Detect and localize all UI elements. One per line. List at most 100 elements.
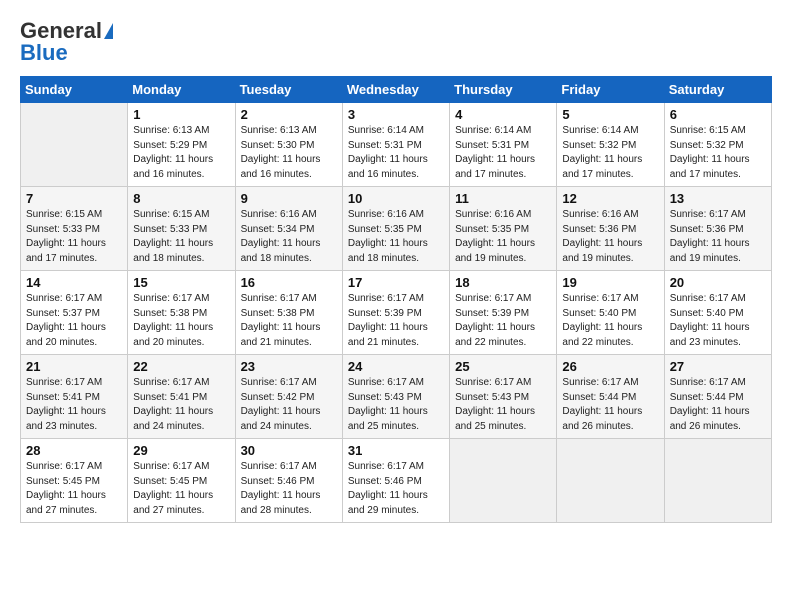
day-number: 22 (133, 359, 229, 374)
calendar-cell: 30 Sunrise: 6:17 AMSunset: 5:46 PMDayligh… (235, 439, 342, 523)
day-info: Sunrise: 6:17 AMSunset: 5:38 PMDaylight:… (241, 292, 337, 350)
week-row-4: 21 Sunrise: 6:17 AMSunset: 5:41 PMDayligh… (21, 355, 772, 439)
day-info: Sunrise: 6:14 AMSunset: 5:31 PMDaylight:… (455, 124, 551, 182)
logo: General Blue (20, 18, 113, 66)
day-info: Sunrise: 6:17 AMSunset: 5:46 PMDaylight:… (241, 460, 337, 518)
day-info: Sunrise: 6:15 AMSunset: 5:33 PMDaylight:… (133, 208, 229, 266)
day-info: Sunrise: 6:15 AMSunset: 5:32 PMDaylight:… (670, 124, 766, 182)
day-info: Sunrise: 6:17 AMSunset: 5:36 PMDaylight:… (670, 208, 766, 266)
calendar-cell: 10 Sunrise: 6:16 AMSunset: 5:35 PMDayligh… (342, 187, 449, 271)
calendar-cell: 11 Sunrise: 6:16 AMSunset: 5:35 PMDayligh… (450, 187, 557, 271)
day-number: 9 (241, 191, 337, 206)
day-number: 3 (348, 107, 444, 122)
day-info: Sunrise: 6:16 AMSunset: 5:35 PMDaylight:… (455, 208, 551, 266)
day-number: 23 (241, 359, 337, 374)
day-number: 30 (241, 443, 337, 458)
day-info: Sunrise: 6:14 AMSunset: 5:31 PMDaylight:… (348, 124, 444, 182)
day-info: Sunrise: 6:17 AMSunset: 5:42 PMDaylight:… (241, 376, 337, 434)
header-cell-sunday: Sunday (21, 77, 128, 103)
calendar-cell: 19 Sunrise: 6:17 AMSunset: 5:40 PMDayligh… (557, 271, 664, 355)
day-info: Sunrise: 6:13 AMSunset: 5:30 PMDaylight:… (241, 124, 337, 182)
day-info: Sunrise: 6:17 AMSunset: 5:46 PMDaylight:… (348, 460, 444, 518)
calendar-cell: 5Sunrise: 6:14 AMSunset: 5:32 PMDaylight… (557, 103, 664, 187)
header-cell-thursday: Thursday (450, 77, 557, 103)
calendar-cell: 1 Sunrise: 6:13 AMSunset: 5:29 PMDaylight… (128, 103, 235, 187)
day-info: Sunrise: 6:13 AMSunset: 5:29 PMDaylight:… (133, 124, 229, 182)
day-number: 14 (26, 275, 122, 290)
day-number: 21 (26, 359, 122, 374)
day-number: 12 (562, 191, 658, 206)
calendar-cell: 20 Sunrise: 6:17 AMSunset: 5:40 PMDayligh… (664, 271, 771, 355)
day-number: 10 (348, 191, 444, 206)
day-info: Sunrise: 6:17 AMSunset: 5:45 PMDaylight:… (133, 460, 229, 518)
calendar-cell: 25Sunrise: 6:17 AMSunset: 5:43 PMDayligh… (450, 355, 557, 439)
header-cell-saturday: Saturday (664, 77, 771, 103)
day-number: 2 (241, 107, 337, 122)
day-info: Sunrise: 6:16 AMSunset: 5:34 PMDaylight:… (241, 208, 337, 266)
calendar-cell: 17Sunrise: 6:17 AMSunset: 5:39 PMDayligh… (342, 271, 449, 355)
calendar-cell (450, 439, 557, 523)
calendar-cell: 2 Sunrise: 6:13 AMSunset: 5:30 PMDaylight… (235, 103, 342, 187)
day-number: 18 (455, 275, 551, 290)
calendar-cell: 16 Sunrise: 6:17 AMSunset: 5:38 PMDayligh… (235, 271, 342, 355)
calendar-cell: 15 Sunrise: 6:17 AMSunset: 5:38 PMDayligh… (128, 271, 235, 355)
day-info: Sunrise: 6:17 AMSunset: 5:39 PMDaylight:… (348, 292, 444, 350)
day-number: 25 (455, 359, 551, 374)
calendar-cell: 14 Sunrise: 6:17 AMSunset: 5:37 PMDayligh… (21, 271, 128, 355)
day-number: 11 (455, 191, 551, 206)
week-row-2: 7 Sunrise: 6:15 AMSunset: 5:33 PMDaylight… (21, 187, 772, 271)
calendar-cell: 6Sunrise: 6:15 AMSunset: 5:32 PMDaylight… (664, 103, 771, 187)
day-info: Sunrise: 6:17 AMSunset: 5:41 PMDaylight:… (133, 376, 229, 434)
day-number: 15 (133, 275, 229, 290)
day-info: Sunrise: 6:17 AMSunset: 5:45 PMDaylight:… (26, 460, 122, 518)
day-info: Sunrise: 6:16 AMSunset: 5:35 PMDaylight:… (348, 208, 444, 266)
day-number: 24 (348, 359, 444, 374)
calendar-cell: 29 Sunrise: 6:17 AMSunset: 5:45 PMDayligh… (128, 439, 235, 523)
header-cell-wednesday: Wednesday (342, 77, 449, 103)
calendar-cell: 8 Sunrise: 6:15 AMSunset: 5:33 PMDaylight… (128, 187, 235, 271)
day-info: Sunrise: 6:17 AMSunset: 5:44 PMDaylight:… (562, 376, 658, 434)
day-number: 8 (133, 191, 229, 206)
day-info: Sunrise: 6:15 AMSunset: 5:33 PMDaylight:… (26, 208, 122, 266)
calendar-cell: 31 Sunrise: 6:17 AMSunset: 5:46 PMDayligh… (342, 439, 449, 523)
week-row-5: 28 Sunrise: 6:17 AMSunset: 5:45 PMDayligh… (21, 439, 772, 523)
day-info: Sunrise: 6:17 AMSunset: 5:44 PMDaylight:… (670, 376, 766, 434)
day-number: 19 (562, 275, 658, 290)
day-number: 27 (670, 359, 766, 374)
day-number: 26 (562, 359, 658, 374)
day-info: Sunrise: 6:17 AMSunset: 5:41 PMDaylight:… (26, 376, 122, 434)
page: General Blue SundayMondayTuesdayWednesda… (0, 0, 792, 612)
day-number: 13 (670, 191, 766, 206)
header-cell-friday: Friday (557, 77, 664, 103)
day-number: 1 (133, 107, 229, 122)
calendar-cell: 22 Sunrise: 6:17 AMSunset: 5:41 PMDayligh… (128, 355, 235, 439)
day-number: 20 (670, 275, 766, 290)
header: General Blue (20, 18, 772, 66)
day-info: Sunrise: 6:17 AMSunset: 5:40 PMDaylight:… (562, 292, 658, 350)
day-info: Sunrise: 6:17 AMSunset: 5:40 PMDaylight:… (670, 292, 766, 350)
week-row-1: 1 Sunrise: 6:13 AMSunset: 5:29 PMDaylight… (21, 103, 772, 187)
day-number: 29 (133, 443, 229, 458)
calendar-header-row: SundayMondayTuesdayWednesdayThursdayFrid… (21, 77, 772, 103)
calendar-cell (21, 103, 128, 187)
day-info: Sunrise: 6:17 AMSunset: 5:38 PMDaylight:… (133, 292, 229, 350)
calendar-cell: 13 Sunrise: 6:17 AMSunset: 5:36 PMDayligh… (664, 187, 771, 271)
logo-blue: Blue (20, 40, 68, 66)
calendar-cell (664, 439, 771, 523)
calendar-cell: 24 Sunrise: 6:17 AMSunset: 5:43 PMDayligh… (342, 355, 449, 439)
calendar-cell: 9 Sunrise: 6:16 AMSunset: 5:34 PMDaylight… (235, 187, 342, 271)
calendar-cell: 7 Sunrise: 6:15 AMSunset: 5:33 PMDaylight… (21, 187, 128, 271)
day-number: 28 (26, 443, 122, 458)
calendar-table: SundayMondayTuesdayWednesdayThursdayFrid… (20, 76, 772, 523)
calendar-cell: 28 Sunrise: 6:17 AMSunset: 5:45 PMDayligh… (21, 439, 128, 523)
logo-triangle-icon (104, 23, 113, 39)
calendar-cell: 21 Sunrise: 6:17 AMSunset: 5:41 PMDayligh… (21, 355, 128, 439)
day-number: 7 (26, 191, 122, 206)
day-info: Sunrise: 6:17 AMSunset: 5:37 PMDaylight:… (26, 292, 122, 350)
day-number: 5 (562, 107, 658, 122)
calendar-cell: 18Sunrise: 6:17 AMSunset: 5:39 PMDayligh… (450, 271, 557, 355)
calendar-body: 1 Sunrise: 6:13 AMSunset: 5:29 PMDaylight… (21, 103, 772, 523)
day-info: Sunrise: 6:17 AMSunset: 5:43 PMDaylight:… (348, 376, 444, 434)
day-number: 31 (348, 443, 444, 458)
day-number: 16 (241, 275, 337, 290)
